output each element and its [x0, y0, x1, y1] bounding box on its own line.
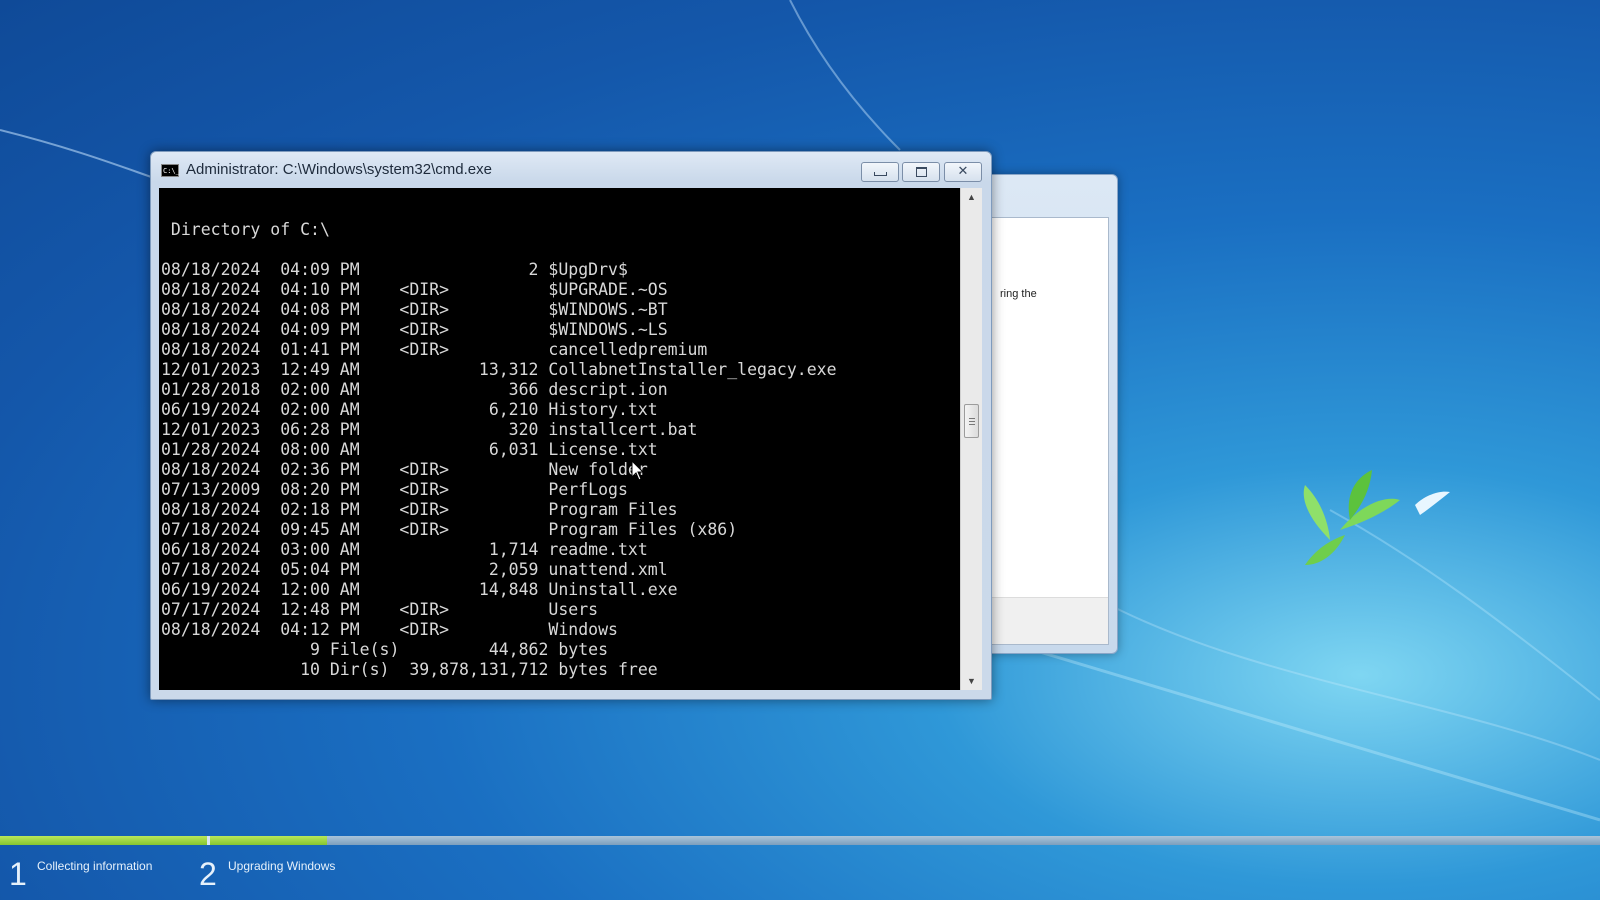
console-area[interactable]: Directory of C:\ 08/18/2024 04:09 PM 2 $… [159, 188, 960, 690]
cmd-icon: C:\_ [161, 164, 180, 177]
minimize-button[interactable] [861, 162, 899, 182]
scroll-down-arrow-icon[interactable]: ▼ [961, 672, 982, 690]
step1-progress-fill [0, 836, 207, 845]
cmd-window[interactable]: C:\_ Administrator: C:\Windows\system32\… [150, 151, 992, 700]
setup-footer [978, 597, 1108, 644]
maximize-icon [915, 167, 927, 177]
window-title: Administrator: C:\Windows\system32\cmd.e… [186, 161, 492, 178]
close-icon: ✕ [957, 164, 969, 179]
maximize-button[interactable] [902, 162, 940, 182]
mouse-pointer-icon [631, 460, 645, 481]
setup-content-panel: ring the [977, 217, 1109, 645]
step-label-collecting: Collecting information [37, 859, 153, 873]
step2-progress-fill [210, 836, 327, 845]
step-label-upgrading: Upgrading Windows [228, 859, 336, 873]
setup-partial-text: ring the [1000, 288, 1037, 300]
grip-line [969, 424, 975, 425]
cmd-title-bar[interactable]: C:\_ Administrator: C:\Windows\system32\… [151, 152, 991, 186]
close-button[interactable]: ✕ [944, 162, 982, 182]
grip-line [969, 421, 975, 422]
console-output: Directory of C:\ 08/18/2024 04:09 PM 2 $… [161, 220, 837, 679]
step2-progress-remaining [327, 836, 1600, 845]
step-number: 2 [199, 856, 217, 892]
vertical-scrollbar[interactable]: ▲ ▼ [960, 188, 982, 690]
minimize-icon [873, 172, 887, 176]
scroll-up-arrow-icon[interactable]: ▲ [961, 188, 982, 206]
step-number: 1 [9, 856, 27, 892]
grip-line [969, 418, 975, 419]
scrollbar-thumb[interactable] [964, 404, 979, 438]
